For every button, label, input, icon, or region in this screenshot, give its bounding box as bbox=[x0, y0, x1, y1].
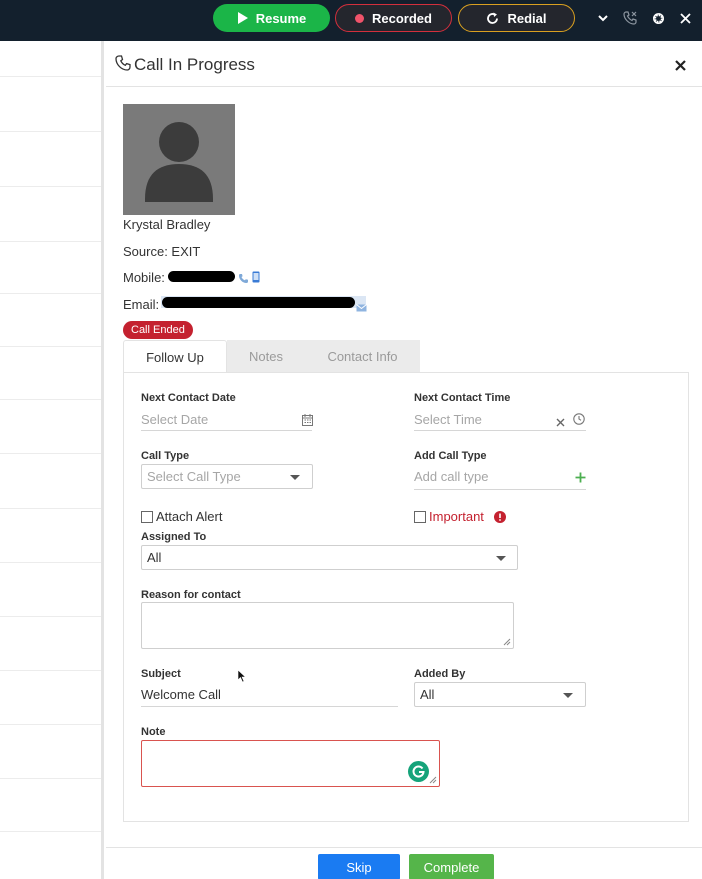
subject-label: Subject bbox=[141, 668, 181, 680]
assigned-to-label: Assigned To bbox=[141, 531, 207, 543]
resize-grip-icon[interactable] bbox=[428, 775, 437, 784]
call-mobile-icon[interactable] bbox=[238, 271, 249, 289]
caret-down-icon bbox=[496, 556, 506, 561]
complete-button[interactable]: Complete bbox=[409, 854, 494, 879]
note-label: Note bbox=[141, 726, 166, 738]
phone-icon bbox=[115, 55, 131, 76]
modal-header: Call In Progress bbox=[106, 41, 702, 87]
list-divider bbox=[0, 76, 104, 77]
list-divider bbox=[0, 724, 104, 725]
modal-close-icon[interactable] bbox=[675, 55, 686, 76]
call-type-select[interactable]: Select Call Type bbox=[141, 464, 313, 489]
close-icon[interactable] bbox=[677, 9, 693, 27]
list-divider bbox=[0, 778, 104, 779]
alert-icon bbox=[494, 510, 506, 528]
reason-label: Reason for contact bbox=[141, 589, 241, 601]
next-contact-time-label: Next Contact Time bbox=[414, 392, 511, 404]
skip-button[interactable]: Skip bbox=[318, 854, 400, 879]
caret-down-icon bbox=[290, 475, 300, 480]
added-by-value: All bbox=[420, 687, 435, 702]
follow-up-panel: Next Contact Date Select Date Next Conta… bbox=[123, 372, 689, 822]
time-underline bbox=[414, 430, 586, 431]
panel-edge bbox=[101, 41, 104, 879]
mobile-redacted bbox=[168, 271, 235, 282]
calendar-icon[interactable] bbox=[302, 413, 313, 431]
resize-grip-icon[interactable] bbox=[502, 637, 511, 646]
list-divider bbox=[0, 508, 104, 509]
email-icon[interactable] bbox=[356, 299, 367, 317]
background-list bbox=[0, 41, 104, 879]
avatar bbox=[123, 104, 235, 215]
record-dot-icon bbox=[355, 13, 365, 23]
date-underline bbox=[141, 430, 312, 431]
modal-footer bbox=[106, 847, 702, 879]
next-contact-date-input[interactable]: Select Date bbox=[141, 412, 208, 427]
call-type-placeholder: Select Call Type bbox=[147, 469, 241, 484]
tab-contact-info[interactable]: Contact Info bbox=[305, 340, 420, 373]
top-toolbar: Resume Recorded Redial bbox=[0, 0, 702, 41]
contact-name: Krystal Bradley bbox=[123, 217, 211, 232]
contact-email-label: Email: bbox=[123, 297, 160, 312]
mouse-cursor-icon bbox=[237, 669, 247, 688]
caret-down-icon bbox=[563, 693, 573, 698]
add-call-type-underline bbox=[414, 489, 586, 490]
list-divider bbox=[0, 186, 104, 187]
redial-icon bbox=[487, 12, 499, 24]
note-textarea[interactable] bbox=[141, 740, 440, 787]
phone-transfer-icon[interactable] bbox=[622, 9, 638, 27]
redial-button[interactable]: Redial bbox=[458, 4, 575, 32]
chevron-down-icon[interactable] bbox=[595, 9, 611, 27]
add-call-type-label: Add Call Type bbox=[414, 450, 487, 462]
modal-title: Call In Progress bbox=[134, 55, 255, 74]
tab-follow-up[interactable]: Follow Up bbox=[123, 340, 227, 373]
next-contact-date-label: Next Contact Date bbox=[141, 392, 236, 404]
clock-icon[interactable] bbox=[573, 412, 585, 430]
list-divider bbox=[0, 346, 104, 347]
list-divider bbox=[0, 670, 104, 671]
subject-underline bbox=[141, 706, 398, 707]
gear-icon[interactable] bbox=[650, 9, 666, 27]
tab-bar: Follow Up Notes Contact Info bbox=[123, 340, 420, 373]
call-in-progress-modal: Call In Progress Krystal Bradley Source:… bbox=[106, 41, 702, 879]
attach-alert-checkbox[interactable] bbox=[141, 511, 153, 523]
recorded-button[interactable]: Recorded bbox=[335, 4, 452, 32]
contact-mobile-label: Mobile: bbox=[123, 270, 165, 285]
attach-alert-label: Attach Alert bbox=[156, 509, 223, 524]
resume-label: Resume bbox=[255, 10, 307, 26]
plus-icon[interactable] bbox=[575, 470, 586, 488]
added-by-select[interactable]: All bbox=[414, 682, 586, 707]
user-silhouette-icon bbox=[145, 122, 213, 202]
list-divider bbox=[0, 831, 104, 832]
added-by-label: Added By bbox=[414, 668, 466, 680]
email-redacted bbox=[162, 297, 355, 308]
sms-icon[interactable] bbox=[252, 270, 260, 288]
contact-source: Source: EXIT bbox=[123, 244, 201, 259]
assigned-to-select[interactable]: All bbox=[141, 545, 518, 570]
call-type-label: Call Type bbox=[141, 450, 190, 462]
next-contact-time-input[interactable]: Select Time bbox=[414, 412, 482, 427]
play-icon bbox=[237, 12, 248, 24]
redial-label: Redial bbox=[507, 10, 547, 26]
reason-textarea[interactable] bbox=[141, 602, 514, 649]
list-divider bbox=[0, 562, 104, 563]
list-divider bbox=[0, 131, 104, 132]
list-divider bbox=[0, 293, 104, 294]
list-divider bbox=[0, 616, 104, 617]
add-call-type-input[interactable]: Add call type bbox=[414, 469, 488, 484]
list-divider bbox=[0, 241, 104, 242]
important-label: Important bbox=[429, 509, 484, 524]
grammarly-icon[interactable] bbox=[408, 761, 429, 785]
list-divider bbox=[0, 453, 104, 454]
recorded-label: Recorded bbox=[372, 10, 432, 26]
status-badge: Call Ended bbox=[123, 321, 193, 339]
list-divider bbox=[0, 399, 104, 400]
resume-button[interactable]: Resume bbox=[213, 4, 330, 32]
tab-notes[interactable]: Notes bbox=[227, 340, 305, 373]
subject-input[interactable]: Welcome Call bbox=[141, 687, 221, 702]
assigned-to-value: All bbox=[147, 550, 162, 565]
important-checkbox[interactable] bbox=[414, 511, 426, 523]
